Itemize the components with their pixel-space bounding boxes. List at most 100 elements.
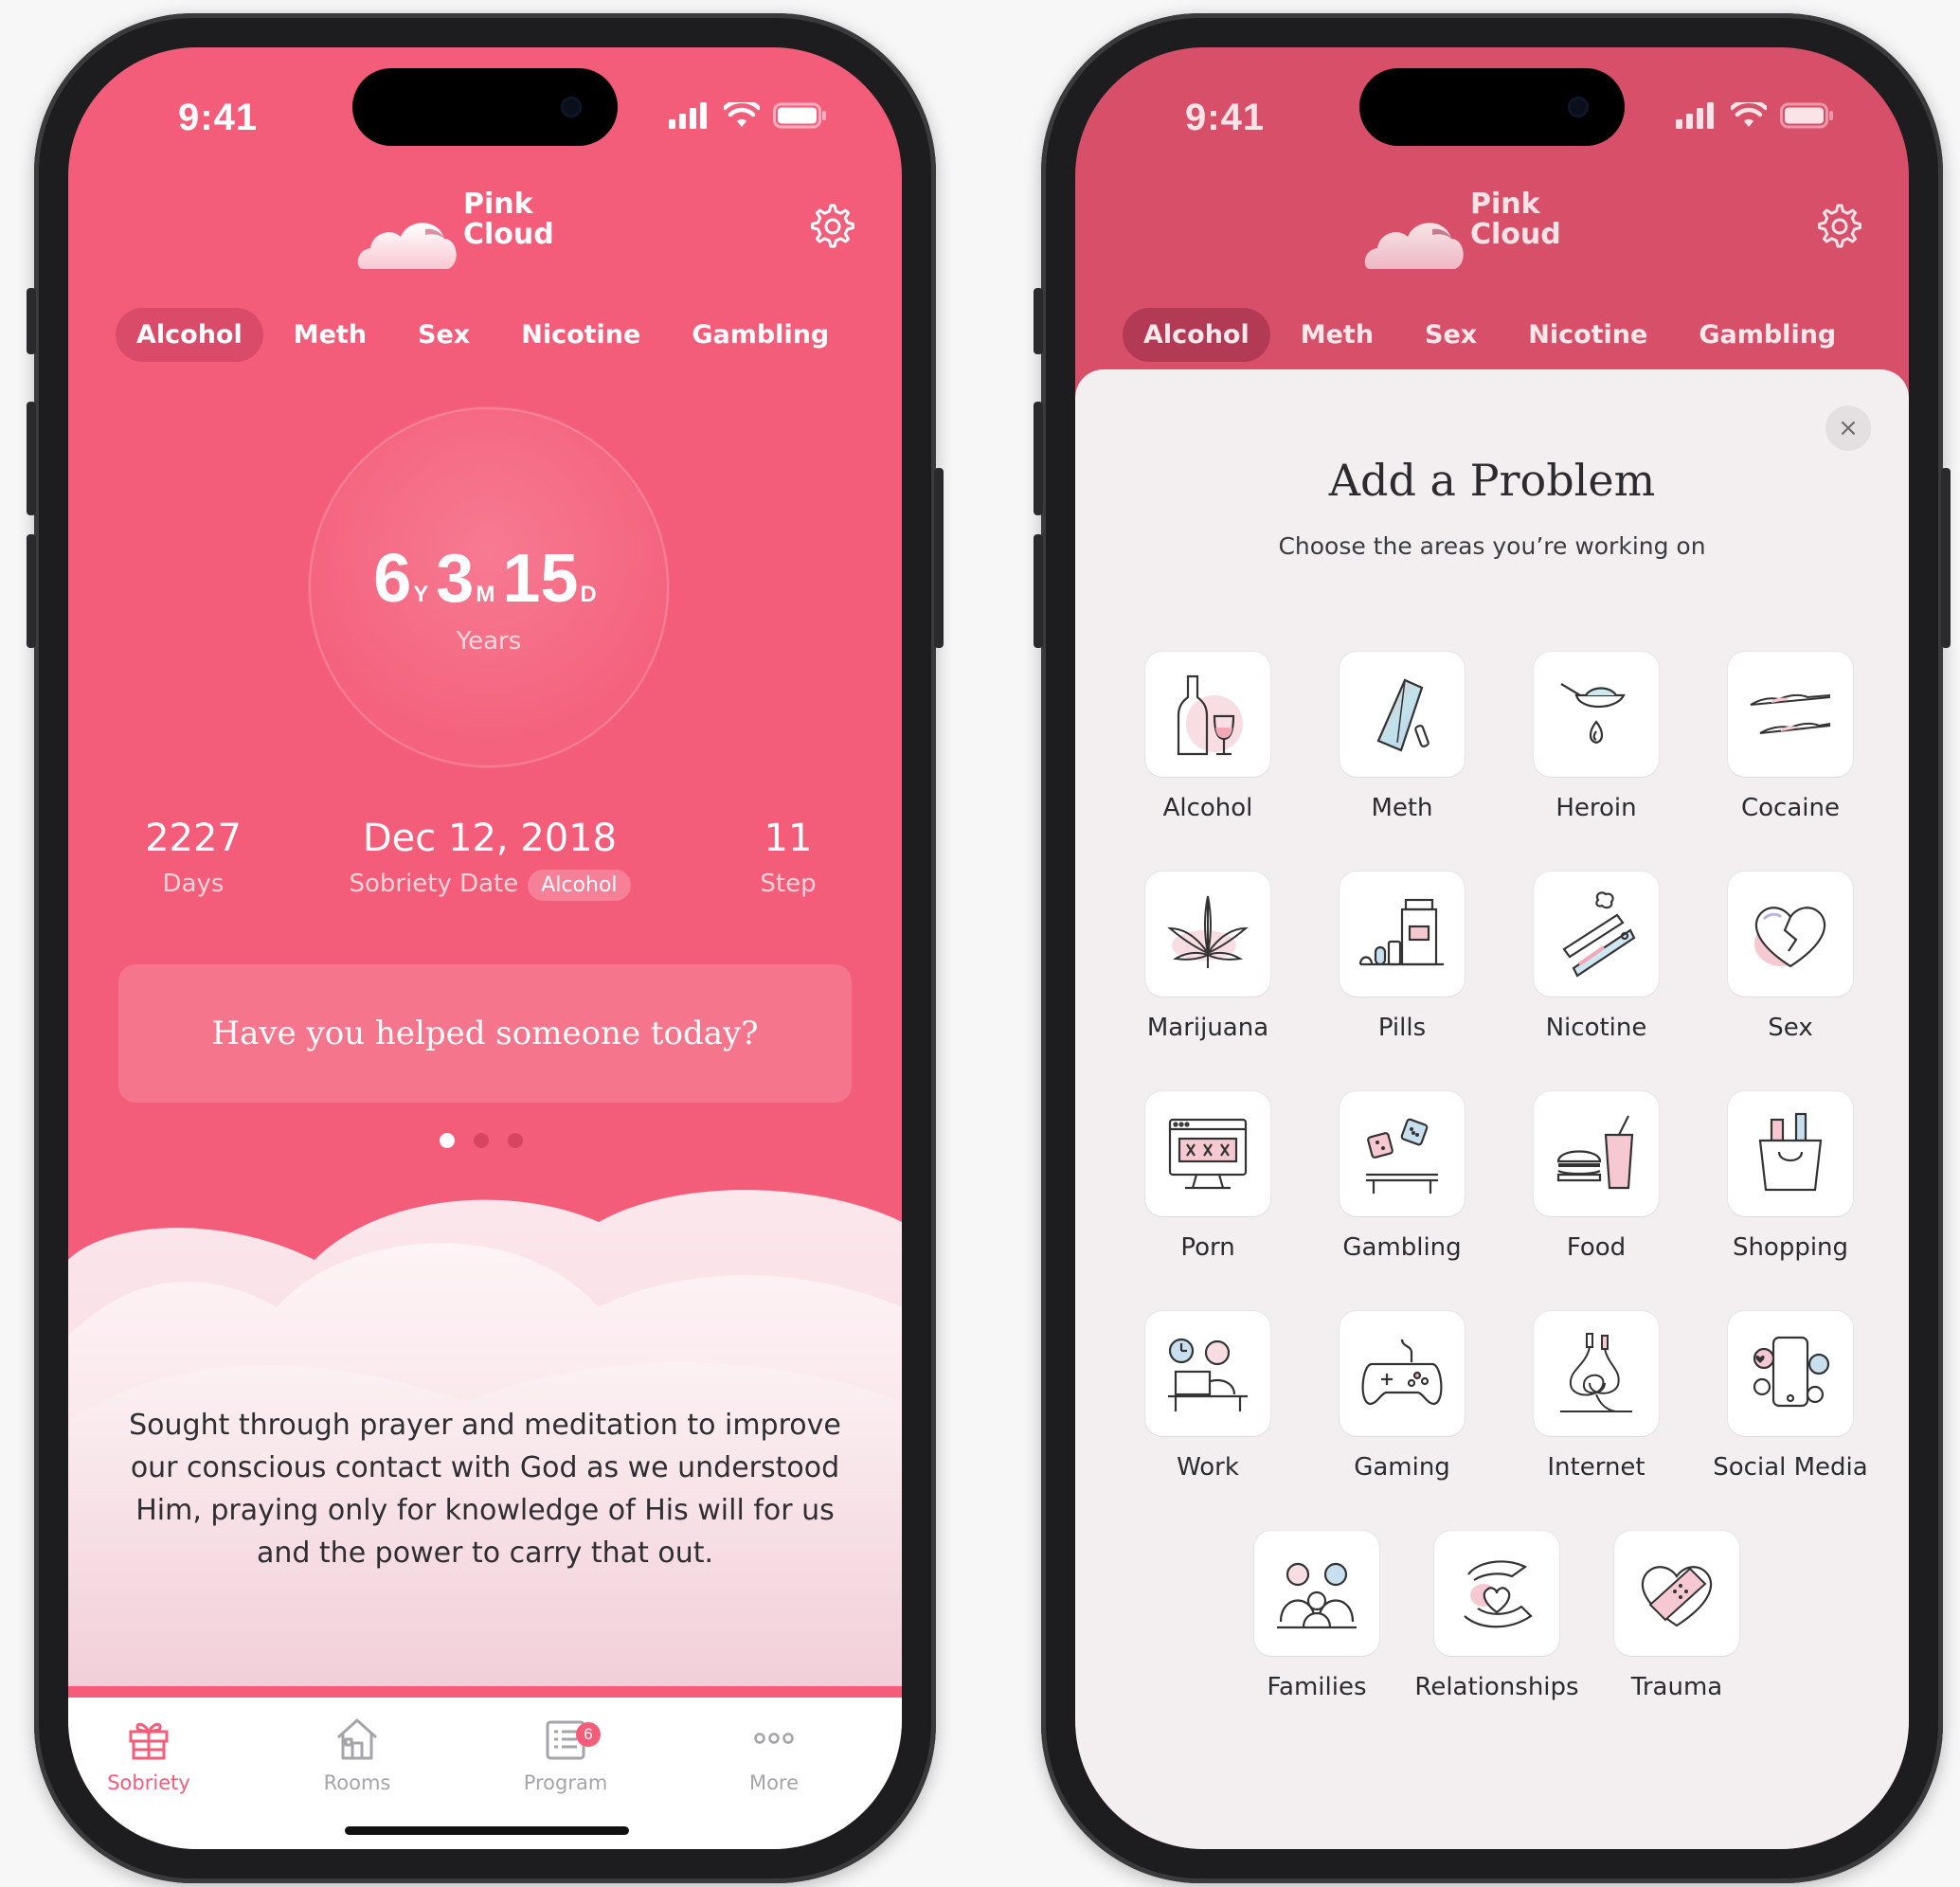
sobriety-counter[interactable]: 6Y 3M 15D Years [309,407,669,767]
wine-bottle-icon [1177,674,1243,756]
problem-tile-sex[interactable]: Sex [1696,872,1885,1042]
problem-tile-nicotine[interactable]: Nicotine [1501,872,1691,1042]
stats-row: 2227 Days Dec 12, 2018 Sobriety Date Alco… [68,817,902,921]
problem-tile-food[interactable]: Food [1501,1091,1691,1262]
powder-lines-icon [1750,693,1831,734]
problem-label: Food [1566,1233,1627,1262]
action-button [1034,288,1043,354]
problem-label: Trauma [1630,1673,1723,1701]
sheet-subtitle: Choose the areas you’re working on [1278,532,1706,560]
counter-months: 3 [436,541,475,617]
problem-tile-relationships[interactable]: Relationships [1402,1531,1591,1701]
settings-gear-icon[interactable] [1812,201,1863,252]
header: Pink Cloud [68,189,902,284]
problem-tile-gaming[interactable]: Gaming [1307,1311,1497,1482]
spoon-flame-icon [1560,683,1626,745]
problem-label: Work [1177,1453,1239,1482]
tab-sex[interactable]: Sex [1404,308,1498,362]
cloud-logo-icon [357,223,457,269]
signal-icon [669,102,707,129]
program-badge: 6 [576,1722,601,1747]
sheet-title: Add a Problem [1328,455,1656,506]
tab-alcohol[interactable]: Alcohol [1123,308,1270,362]
phone-sobriety-screen: 9:41 Pink Cloud Alcohol Meth Sex Nicotin… [27,13,944,1883]
nav-program[interactable]: 6 Program [494,1715,637,1794]
problem-tile-work[interactable]: Work [1113,1311,1303,1482]
counter-label: Years [456,627,522,656]
nav-sobriety[interactable]: Sobriety [78,1715,220,1794]
volume-down-button [1034,534,1043,648]
problem-tile-trauma[interactable]: Trauma [1582,1531,1771,1701]
problem-label: Marijuana [1146,1014,1269,1042]
cannabis-leaf-icon [1167,895,1249,968]
prompt-card-text: Have you helped someone today? [211,1015,759,1052]
problem-label: Shopping [1732,1233,1849,1262]
problem-tile-meth[interactable]: Meth [1307,652,1497,822]
volume-up-button [1034,402,1043,515]
action-button [27,288,36,354]
nav-more[interactable]: More [703,1715,845,1794]
problem-label: Heroin [1555,794,1637,822]
battery-icon [773,102,826,129]
stat-date-value: Dec 12, 2018 [362,817,618,860]
settings-gear-icon[interactable] [805,201,856,252]
signal-icon [1676,102,1714,129]
stat-days-value: 2227 [145,817,242,860]
xxx-monitor-icon [1168,1118,1248,1190]
problem-tile-gambling[interactable]: Gambling [1307,1091,1497,1262]
problem-tile-shopping[interactable]: Shopping [1696,1091,1885,1262]
tab-gambling[interactable]: Gambling [1678,308,1857,362]
more-dots-icon [754,1733,794,1744]
dice-table-icon [1366,1118,1438,1194]
counter-years-unit: Y [413,582,429,607]
stat-step: 11 Step [731,817,845,898]
battery-icon [1780,102,1833,129]
power-button [1941,468,1951,648]
cloud-logo-icon [1364,223,1464,269]
problem-label: Families [1267,1673,1367,1701]
bottom-nav: Sobriety Rooms 6 Program More [68,1698,902,1849]
tab-sex[interactable]: Sex [397,308,491,362]
power-button [934,468,944,648]
add-problem-screen: 9:41 Pink Cloud Alcohol Meth Sex Nicotin… [1075,47,1909,1849]
crystal-icon [1376,678,1430,752]
stat-days-label: Days [162,870,225,898]
problem-tile-families[interactable]: Families [1222,1531,1412,1701]
stat-sobriety-date[interactable]: Dec 12, 2018 Sobriety Date Alcohol [315,817,665,901]
problem-tile-porn[interactable]: Porn [1113,1091,1303,1262]
tab-alcohol[interactable]: Alcohol [116,308,263,362]
volume-down-button [27,534,36,648]
gift-icon [129,1722,169,1760]
worker-desk-icon [1168,1338,1248,1411]
problem-tabs: Alcohol Meth Sex Nicotine Gambling [1123,308,1857,362]
problem-tile-cocaine[interactable]: Cocaine [1696,652,1885,822]
nav-sobriety-label: Sobriety [107,1771,190,1794]
problem-tile-marijuana[interactable]: Marijuana [1113,872,1303,1042]
vape-pen-icon [1562,891,1636,978]
app-logo: Pink Cloud [1364,189,1610,269]
house-icon [336,1718,378,1760]
problem-tile-pills[interactable]: Pills [1307,872,1497,1042]
stat-days: 2227 Days [117,817,269,898]
burger-drink-icon [1556,1115,1634,1190]
prompt-card[interactable]: Have you helped someone today? [118,964,852,1103]
stat-step-label: Step [760,870,817,898]
problem-label: Relationships [1414,1673,1579,1701]
problem-tile-internet[interactable]: Internet [1501,1311,1691,1482]
problem-tile-alcohol[interactable]: Alcohol [1113,652,1303,822]
problem-tile-heroin[interactable]: Heroin [1501,652,1691,822]
problem-tile-social-media[interactable]: Social Media [1696,1311,1885,1482]
game-controller-icon [1361,1339,1443,1406]
tab-meth[interactable]: Meth [1280,308,1394,362]
header: Pink Cloud [1075,189,1909,284]
counter-months-unit: M [476,582,495,607]
home-indicator[interactable] [345,1826,629,1835]
problem-label: Cocaine [1741,794,1840,822]
tangled-cables-icon [1560,1333,1632,1412]
tab-gambling[interactable]: Gambling [671,308,850,362]
tab-nicotine[interactable]: Nicotine [500,308,661,362]
tab-meth[interactable]: Meth [273,308,387,362]
nav-rooms[interactable]: Rooms [286,1715,428,1794]
tab-nicotine[interactable]: Nicotine [1507,308,1668,362]
close-button[interactable]: × [1825,405,1871,451]
